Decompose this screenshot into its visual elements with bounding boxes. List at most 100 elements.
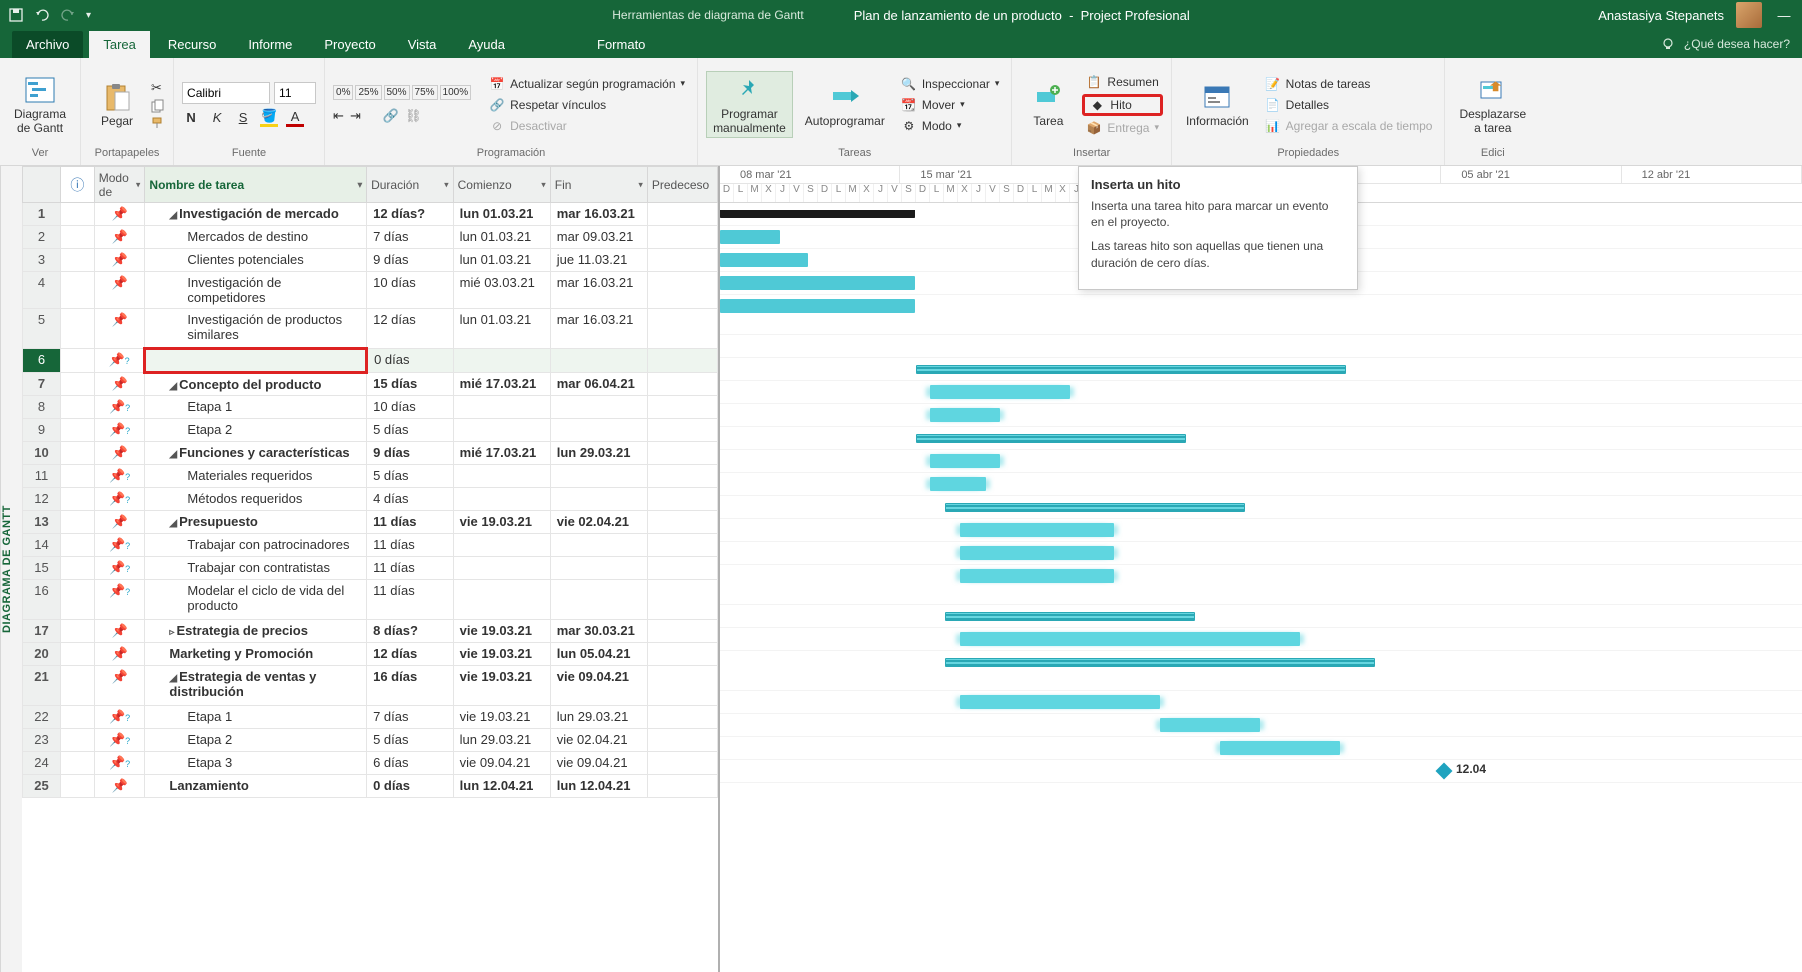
update-schedule-button[interactable]: 📅Actualizar según programación ▾ <box>485 75 689 93</box>
task-name-cell[interactable]: Clientes potenciales <box>145 249 367 272</box>
info-cell[interactable] <box>61 488 95 511</box>
info-cell[interactable] <box>61 465 95 488</box>
start-cell[interactable]: vie 19.03.21 <box>453 706 550 729</box>
table-row[interactable]: 25📌Lanzamiento0 díaslun 12.04.21lun 12.0… <box>23 775 718 798</box>
gantt-row[interactable] <box>720 691 1802 714</box>
task-sheet[interactable]: ⓘ Modo de▾ Nombre de tarea▾ Duración▾ Co… <box>22 166 720 972</box>
finish-cell[interactable]: lun 29.03.21 <box>550 442 647 465</box>
predecessor-cell[interactable] <box>647 465 717 488</box>
gantt-view-button[interactable]: Diagrama de Gantt <box>8 72 72 136</box>
finish-cell[interactable]: vie 02.04.21 <box>550 511 647 534</box>
finish-cell[interactable]: mar 16.03.21 <box>550 203 647 226</box>
gantt-bar[interactable] <box>916 365 1346 374</box>
task-name-cell[interactable]: ◢Investigación de mercado <box>145 203 367 226</box>
info-cell[interactable] <box>61 557 95 580</box>
predecessor-cell[interactable] <box>647 442 717 465</box>
start-cell[interactable]: vie 19.03.21 <box>453 511 550 534</box>
table-row[interactable]: 10📌◢Funciones y características9 díasmié… <box>23 442 718 465</box>
predecessor-cell[interactable] <box>647 203 717 226</box>
predecessor-cell[interactable] <box>647 309 717 349</box>
mode-cell[interactable]: 📌? <box>94 752 145 775</box>
mode-button[interactable]: ⚙Modo ▾ <box>897 117 1004 135</box>
gantt-bar[interactable] <box>1220 741 1340 755</box>
predecessor-cell[interactable] <box>647 373 717 396</box>
task-name-cell[interactable]: ◢Concepto del producto <box>145 373 367 396</box>
gantt-row[interactable] <box>720 714 1802 737</box>
mode-cell[interactable]: 📌? <box>94 534 145 557</box>
duration-cell[interactable]: 11 días <box>367 557 454 580</box>
col-mode[interactable]: Modo de▾ <box>94 167 145 203</box>
duration-cell[interactable]: 0 días <box>367 775 454 798</box>
gantt-row[interactable] <box>720 404 1802 427</box>
start-cell[interactable]: mié 17.03.21 <box>453 442 550 465</box>
col-rownum[interactable] <box>23 167 61 203</box>
inspect-button[interactable]: 🔍Inspeccionar ▾ <box>897 75 1004 93</box>
scroll-to-task-button[interactable]: Desplazarse a tarea <box>1453 72 1532 136</box>
finish-cell[interactable] <box>550 396 647 419</box>
finish-cell[interactable]: mar 09.03.21 <box>550 226 647 249</box>
row-number[interactable]: 25 <box>23 775 61 798</box>
mode-cell[interactable]: 📌 <box>94 666 145 706</box>
duration-cell[interactable]: 11 días <box>367 511 454 534</box>
task-name-cell[interactable]: Marketing y Promoción <box>145 643 367 666</box>
duration-cell[interactable]: 0 días <box>367 349 454 373</box>
gantt-bar[interactable] <box>960 569 1114 583</box>
gantt-bar[interactable] <box>945 503 1245 512</box>
mode-cell[interactable]: 📌 <box>94 373 145 396</box>
table-row[interactable]: 8📌?Etapa 110 días <box>23 396 718 419</box>
duration-cell[interactable]: 11 días <box>367 580 454 620</box>
gantt-bar[interactable] <box>930 408 1000 422</box>
deactivate-button[interactable]: ⊘Desactivar <box>485 117 689 135</box>
manual-schedule-button[interactable]: Programar manualmente <box>706 71 793 137</box>
mode-cell[interactable]: 📌 <box>94 249 145 272</box>
mode-cell[interactable]: 📌 <box>94 620 145 643</box>
finish-cell[interactable] <box>550 488 647 511</box>
info-cell[interactable] <box>61 620 95 643</box>
task-name-cell[interactable]: Investigación de productos similares <box>145 309 367 349</box>
predecessor-cell[interactable] <box>647 643 717 666</box>
indent-icon[interactable]: ⇥ <box>350 108 361 124</box>
mode-cell[interactable]: 📌 <box>94 226 145 249</box>
row-number[interactable]: 6 <box>23 349 61 373</box>
start-cell[interactable] <box>453 419 550 442</box>
cut-icon[interactable]: ✂ <box>151 80 165 96</box>
info-cell[interactable] <box>61 309 95 349</box>
tab-tarea[interactable]: Tarea <box>89 31 150 58</box>
row-number[interactable]: 22 <box>23 706 61 729</box>
details-button[interactable]: 📄Detalles <box>1261 96 1437 114</box>
paste-button[interactable]: Pegar <box>89 79 145 130</box>
table-row[interactable]: 20📌Marketing y Promoción12 díasvie 19.03… <box>23 643 718 666</box>
info-cell[interactable] <box>61 643 95 666</box>
user-name[interactable]: Anastasiya Stepanets <box>1598 8 1724 23</box>
start-cell[interactable]: lun 01.03.21 <box>453 226 550 249</box>
deliverable-button[interactable]: 📦Entrega ▾ <box>1082 119 1163 137</box>
gantt-chart[interactable]: 08 mar '2115 mar '2122 mar '2129 mar '21… <box>720 166 1802 972</box>
finish-cell[interactable]: vie 09.04.21 <box>550 752 647 775</box>
predecessor-cell[interactable] <box>647 419 717 442</box>
bold-button[interactable]: N <box>182 110 200 125</box>
start-cell[interactable]: lun 01.03.21 <box>453 203 550 226</box>
finish-cell[interactable] <box>550 349 647 373</box>
row-number[interactable]: 1 <box>23 203 61 226</box>
info-cell[interactable] <box>61 580 95 620</box>
predecessor-cell[interactable] <box>647 706 717 729</box>
predecessor-cell[interactable] <box>647 249 717 272</box>
mode-cell[interactable]: 📌? <box>94 396 145 419</box>
task-name-cell[interactable]: Etapa 1 <box>145 706 367 729</box>
table-row[interactable]: 11📌?Materiales requeridos5 días <box>23 465 718 488</box>
info-cell[interactable] <box>61 272 95 309</box>
task-name-cell[interactable]: Métodos requeridos <box>145 488 367 511</box>
mode-cell[interactable]: 📌? <box>94 349 145 373</box>
gantt-row[interactable] <box>720 335 1802 358</box>
task-name-cell[interactable]: Etapa 2 <box>145 419 367 442</box>
mode-cell[interactable]: 📌? <box>94 706 145 729</box>
row-number[interactable]: 23 <box>23 729 61 752</box>
predecessor-cell[interactable] <box>647 396 717 419</box>
indent-pct-icons[interactable]: 0% 25% 50% 75% 100% <box>333 85 471 100</box>
table-row[interactable]: 2📌Mercados de destino7 díaslun 01.03.21m… <box>23 226 718 249</box>
duration-cell[interactable]: 12 días <box>367 643 454 666</box>
row-number[interactable]: 17 <box>23 620 61 643</box>
table-row[interactable]: 17📌▹Estrategia de precios8 días?vie 19.0… <box>23 620 718 643</box>
col-name[interactable]: Nombre de tarea▾ <box>145 167 367 203</box>
gantt-bar[interactable] <box>720 299 915 313</box>
